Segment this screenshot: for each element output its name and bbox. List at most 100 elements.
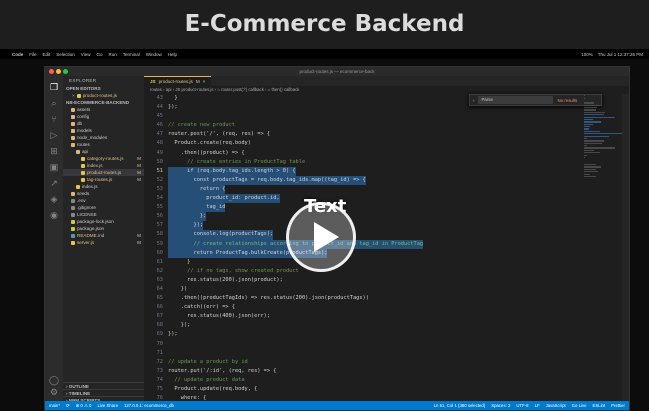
code-text: if (req.body.tag_ids.length > 0) { — [168, 166, 296, 176]
settings-gear-icon[interactable]: ⚙ — [49, 387, 59, 397]
remote-explorer-icon[interactable]: ▣ — [49, 162, 59, 172]
play-button[interactable] — [286, 202, 356, 272]
tree-item-label: seeds — [77, 191, 90, 196]
minimap-line — [584, 97, 586, 99]
tree-item-label: README.md — [77, 233, 105, 238]
code-text: .catch((err) => { — [168, 304, 235, 311]
code-text: // update a product by id — [168, 358, 248, 365]
line-number: 58 — [156, 231, 163, 238]
tree-item[interactable]: LICENSE — [63, 211, 144, 218]
tree-item[interactable]: tag-routes.js M — [63, 176, 144, 183]
live-share-icon[interactable]: ↗ — [49, 178, 59, 188]
status-item[interactable]: Live Share — [97, 403, 118, 409]
mac-menu-item[interactable]: Code — [12, 52, 23, 57]
vertical-scrollbar[interactable] — [622, 94, 629, 403]
mac-menu-item[interactable]: Edit — [43, 52, 51, 57]
status-item[interactable]: UTF-8 — [516, 403, 528, 408]
find-input[interactable]: Parse — [478, 96, 554, 104]
tree-item-label: product-routes.js — [87, 170, 122, 175]
status-item[interactable]: ⊗ 0 ⚠ 0 — [76, 403, 92, 409]
docker-icon[interactable]: ◈ — [49, 194, 59, 204]
code-line: 49 .then((product) => { — [144, 149, 564, 158]
status-item[interactable]: Prettier — [611, 403, 625, 408]
minimap[interactable] — [584, 94, 622, 214]
status-item[interactable]: Go Live — [572, 403, 587, 408]
mac-menu-item[interactable]: Help — [168, 52, 177, 57]
tree-item[interactable]: package-lock.json — [63, 218, 144, 225]
mac-menu-item[interactable]: Terminal — [123, 52, 140, 57]
tab-product-routes[interactable]: JS product-routes.js M × — [144, 76, 212, 86]
folder-icon — [71, 135, 75, 140]
tree-item-label: node_modules — [77, 135, 108, 140]
line-number: 54 — [156, 195, 163, 202]
tree-item[interactable]: .gitignore — [63, 204, 144, 211]
mac-menu-item[interactable]: Go — [96, 52, 102, 57]
explorer-sidebar: EXPLORER OPEN EDITORS × product-routes.j… — [63, 76, 144, 403]
code-text: Product.update(req.body, { — [168, 386, 258, 392]
code-text: }); — [168, 331, 178, 338]
code-text: console.log(productTags); — [168, 230, 274, 240]
zoom-window-button[interactable] — [63, 69, 68, 74]
tree-item[interactable]: product-routes.js M — [63, 169, 144, 176]
breadcrumb[interactable]: routes › api › JS product-routes.js › ⌂ … — [144, 86, 629, 94]
minimap-line — [584, 123, 593, 125]
tree-item[interactable]: README.md M — [63, 232, 144, 239]
open-editor-item[interactable]: × product-routes.js — [63, 92, 144, 99]
tree-item[interactable]: package.json — [63, 225, 144, 232]
mac-menu-item[interactable]: File — [29, 52, 36, 57]
close-tab-icon[interactable]: × — [203, 77, 206, 86]
tree-item[interactable]: index.js M — [63, 162, 144, 169]
account-icon[interactable]: ◯ — [49, 375, 59, 385]
tree-item[interactable]: db — [63, 120, 144, 127]
sidebar-section-timeline[interactable]: › TIMELINE — [63, 389, 144, 396]
code-text: product_id: product.id, — [168, 194, 280, 204]
status-item[interactable]: Spaces: 2 — [491, 403, 510, 408]
minimize-window-button[interactable] — [56, 69, 61, 74]
project-section[interactable]: NB-ECOMMERCE-BACKEND — [63, 99, 144, 106]
tree-item[interactable]: server.js M — [63, 239, 144, 246]
tree-item[interactable]: api — [63, 148, 144, 155]
status-item[interactable]: JavaScript — [546, 403, 566, 408]
minimap-line — [584, 156, 586, 159]
explorer-icon[interactable]: ❐ — [49, 82, 59, 92]
tree-item[interactable]: routes — [63, 141, 144, 148]
status-item[interactable]: 127.0.0.1: ecommerce_db — [124, 403, 174, 409]
status-item[interactable]: LF — [535, 403, 540, 408]
code-line: 71 — [144, 349, 564, 358]
open-editors-section[interactable]: OPEN EDITORS — [63, 85, 144, 92]
file-icon — [81, 177, 85, 182]
status-item[interactable]: ⟳ — [66, 403, 70, 409]
tree-item[interactable]: config — [63, 113, 144, 120]
code-text: }; — [168, 212, 207, 222]
sidebar-section-outline[interactable]: › OUTLINE — [63, 382, 144, 389]
tree-item[interactable]: .env — [63, 197, 144, 204]
code-line: 48 Product.create(req.body) — [144, 139, 564, 148]
tree-item[interactable]: assets — [63, 106, 144, 113]
database-icon[interactable]: ◉ — [49, 210, 59, 220]
extensions-icon[interactable]: ⊞ — [49, 146, 59, 156]
tree-item[interactable]: node_modules — [63, 134, 144, 141]
status-item[interactable]: ESLint — [592, 403, 605, 408]
tree-item[interactable]: index.js — [63, 183, 144, 190]
close-icon[interactable]: × — [72, 92, 75, 99]
git-status-badge: M — [137, 240, 141, 245]
status-item[interactable]: main* — [49, 403, 60, 409]
search-icon[interactable]: ⌕ — [49, 98, 59, 108]
chevron-right-icon[interactable]: › — [473, 98, 474, 103]
mac-menu-item[interactable]: View — [81, 52, 91, 57]
mac-menu-item[interactable]: Run — [109, 52, 117, 57]
minimap-line — [584, 104, 600, 106]
line-number: 71 — [156, 349, 163, 356]
mac-status-item: 100% — [581, 51, 593, 57]
mac-menu-item[interactable]: Selection — [56, 52, 75, 57]
close-window-button[interactable] — [49, 69, 54, 74]
status-item[interactable]: Ln 51, Col 1 (380 selected) — [434, 403, 486, 408]
source-control-icon[interactable]: ⑂ — [49, 114, 59, 124]
line-number: 48 — [156, 140, 163, 147]
tree-item[interactable]: seeds — [63, 190, 144, 197]
tree-item[interactable]: models — [63, 127, 144, 134]
tree-item[interactable]: category-routes.js M — [63, 155, 144, 162]
minimap-line — [584, 95, 586, 97]
mac-menu-item[interactable]: Window — [146, 52, 162, 57]
run-debug-icon[interactable]: ▷ — [49, 130, 59, 140]
